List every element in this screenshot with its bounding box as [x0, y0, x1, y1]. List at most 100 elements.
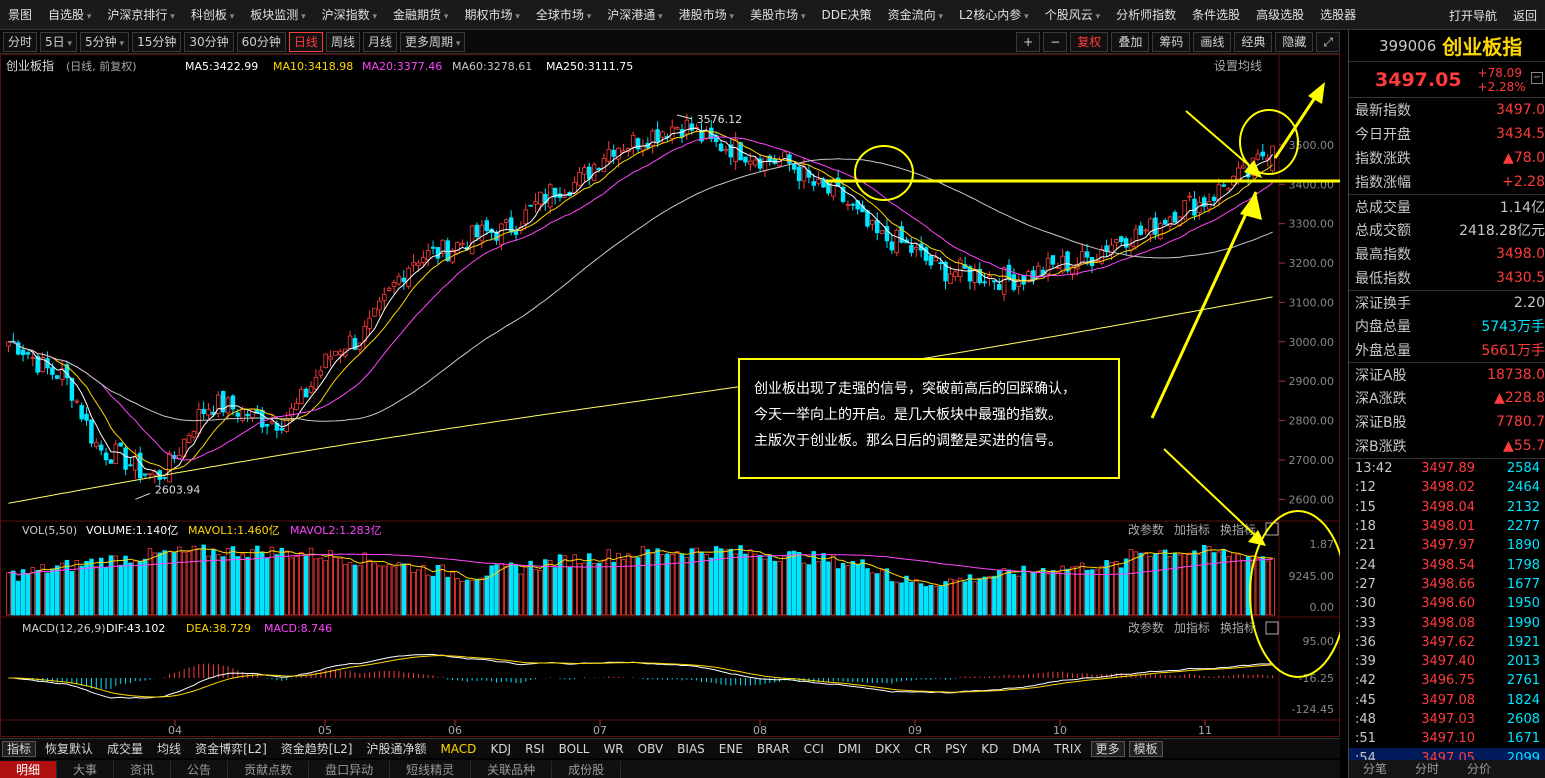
menu-right-item-1[interactable]: 返回: [1505, 7, 1545, 24]
menu-item-3[interactable]: 科创板: [183, 6, 242, 23]
candle-body: [294, 402, 299, 411]
indicator-tab-13[interactable]: BIAS: [670, 742, 712, 756]
period-button-6[interactable]: 日线: [288, 31, 323, 52]
bottom-tab-7[interactable]: 关联品种: [471, 760, 553, 778]
tool-button-2[interactable]: 复权: [1070, 32, 1109, 52]
bottom-tab-5[interactable]: 盘口异动: [309, 760, 391, 778]
menu-item-14[interactable]: L2核心内参: [951, 6, 1037, 23]
bottom-tab-6[interactable]: 短线精灵: [390, 760, 472, 778]
tick-row[interactable]: :45 3497.08 1824: [1349, 691, 1545, 710]
indicator-tab-21[interactable]: KD: [974, 742, 1005, 756]
tool-button-8[interactable]: ⤢: [1316, 32, 1340, 52]
bottom-tab-0[interactable]: 明细: [0, 760, 58, 778]
quote-footer-tab-0[interactable]: 分笔: [1349, 760, 1401, 778]
tick-row[interactable]: :39 3497.40 2013: [1349, 652, 1545, 671]
bottom-tab-1[interactable]: 大事: [57, 760, 115, 778]
menu-item-8[interactable]: 全球市场: [528, 6, 599, 23]
tick-row[interactable]: 13:42 3497.89 2584: [1349, 459, 1545, 478]
tool-button-4[interactable]: 筹码: [1152, 32, 1191, 52]
period-button-9[interactable]: 更多周期: [399, 31, 466, 52]
indicator-tab-20[interactable]: PSY: [938, 742, 974, 756]
menu-item-11[interactable]: 美股市场: [742, 6, 813, 23]
bottom-tab-2[interactable]: 资讯: [114, 760, 172, 778]
indicator-tab-5[interactable]: 资金趋势[L2]: [274, 740, 360, 757]
tick-row[interactable]: :21 3497.97 1890: [1349, 536, 1545, 555]
tick-row[interactable]: :33 3498.08 1990: [1349, 613, 1545, 632]
period-button-5[interactable]: 60分钟: [236, 31, 286, 52]
indicator-tab-14[interactable]: ENE: [712, 742, 750, 756]
menu-item-2[interactable]: 沪深京排行: [99, 6, 182, 23]
tick-row[interactable]: :51 3497.10 1671: [1349, 729, 1545, 748]
collapse-icon[interactable]: −: [1531, 72, 1543, 84]
period-button-1[interactable]: 5日: [40, 31, 78, 52]
menu-item-18[interactable]: 高级选股: [1248, 6, 1312, 23]
bottom-tab-8[interactable]: 成份股: [552, 760, 622, 778]
indicator-tab-24[interactable]: 更多: [1090, 740, 1125, 757]
indicator-tab-8[interactable]: KDJ: [483, 742, 518, 756]
indicator-tab-16[interactable]: CCI: [797, 742, 831, 756]
tick-row[interactable]: :18 3498.01 2277: [1349, 517, 1545, 536]
bottom-tab-4[interactable]: 贡献点数: [228, 760, 310, 778]
menu-item-13[interactable]: 资金流向: [880, 6, 951, 23]
menu-item-15[interactable]: 个股风云: [1037, 6, 1108, 23]
indicator-tab-6[interactable]: 沪股通净额: [359, 740, 433, 757]
indicator-tab-2[interactable]: 成交量: [100, 740, 150, 757]
indicator-tab-17[interactable]: DMI: [831, 742, 868, 756]
indicator-tab-25[interactable]: 模板: [1128, 740, 1163, 757]
indicator-tab-9[interactable]: RSI: [518, 742, 552, 756]
tick-row[interactable]: :36 3497.62 1921: [1349, 633, 1545, 652]
indicator-tab-22[interactable]: DMA: [1005, 742, 1047, 756]
kline-chart-area[interactable]: 3500.00 3400.00 3300.00 3200.00 3100.00 3000.…: [0, 54, 1340, 737]
indicator-tab-0[interactable]: 指标: [2, 740, 37, 757]
period-button-3[interactable]: 15分钟: [132, 31, 182, 52]
indicator-tab-23[interactable]: TRIX: [1047, 742, 1088, 756]
indicator-tab-11[interactable]: WR: [596, 742, 630, 756]
tick-row[interactable]: :42 3496.75 2761: [1349, 671, 1545, 690]
tool-button-3[interactable]: 叠加: [1111, 32, 1150, 52]
indicator-tab-7[interactable]: MACD: [433, 742, 483, 756]
menu-right-item-0[interactable]: 打开导航: [1441, 7, 1505, 24]
vol-action-1: 加指标: [1174, 522, 1210, 537]
indicator-tab-1[interactable]: 恢复默认: [38, 740, 100, 757]
period-button-8[interactable]: 月线: [362, 31, 397, 52]
indicator-tab-4[interactable]: 资金博弈[L2]: [188, 740, 274, 757]
menu-item-6[interactable]: 金融期货: [385, 6, 456, 23]
menu-item-10[interactable]: 港股市场: [671, 6, 742, 23]
menu-item-16[interactable]: 分析师指数: [1108, 6, 1184, 23]
menu-item-4[interactable]: 板块监测: [242, 6, 313, 23]
indicator-tab-18[interactable]: DKX: [868, 742, 907, 756]
menu-item-1[interactable]: 自选股: [40, 6, 99, 23]
period-button-0[interactable]: 分时: [3, 31, 38, 52]
period-button-7[interactable]: 周线: [325, 31, 360, 52]
tick-row[interactable]: :27 3498.66 1677: [1349, 575, 1545, 594]
quote-footer-tab-1[interactable]: 分时: [1401, 760, 1453, 778]
tool-button-1[interactable]: −: [1043, 32, 1068, 52]
period-button-4[interactable]: 30分钟: [184, 31, 234, 52]
tick-row[interactable]: :15 3498.04 2132: [1349, 498, 1545, 517]
tick-row[interactable]: :30 3498.60 1950: [1349, 594, 1545, 613]
tool-button-0[interactable]: +: [1016, 32, 1041, 52]
tool-button-6[interactable]: 经典: [1234, 32, 1273, 52]
menu-item-19[interactable]: 选股器: [1312, 6, 1364, 23]
tick-row[interactable]: :48 3497.03 2608: [1349, 710, 1545, 729]
indicator-tab-10[interactable]: BOLL: [552, 742, 597, 756]
menu-item-17[interactable]: 条件选股: [1184, 6, 1248, 23]
bottom-tab-3[interactable]: 公告: [171, 760, 229, 778]
tool-button-7[interactable]: 隐藏: [1275, 32, 1314, 52]
menu-item-12[interactable]: DDE决策: [813, 6, 879, 23]
tick-list[interactable]: 13:42 3497.89 2584:12 3498.02 2464:15 3498.04…: [1349, 458, 1545, 768]
quote-footer-tab-2[interactable]: 分价: [1453, 760, 1505, 778]
menu-item-0[interactable]: 景图: [0, 6, 40, 23]
menu-item-7[interactable]: 期权市场: [456, 6, 527, 23]
indicator-tab-3[interactable]: 均线: [150, 740, 188, 757]
indicator-tab-12[interactable]: OBV: [631, 742, 671, 756]
tick-row[interactable]: :24 3498.54 1798: [1349, 555, 1545, 574]
menu-item-9[interactable]: 沪深港通: [599, 6, 670, 23]
indicator-tab-15[interactable]: BRAR: [750, 742, 797, 756]
indicator-tab-19[interactable]: CR: [907, 742, 938, 756]
tick-row[interactable]: :12 3498.02 2464: [1349, 478, 1545, 497]
kline-chart-svg[interactable]: 3500.003400.003300.003200.003100.003000.…: [0, 54, 1340, 737]
menu-item-5[interactable]: 沪深指数: [314, 6, 385, 23]
period-button-2[interactable]: 5分钟: [80, 31, 130, 52]
tool-button-5[interactable]: 画线: [1193, 32, 1232, 52]
